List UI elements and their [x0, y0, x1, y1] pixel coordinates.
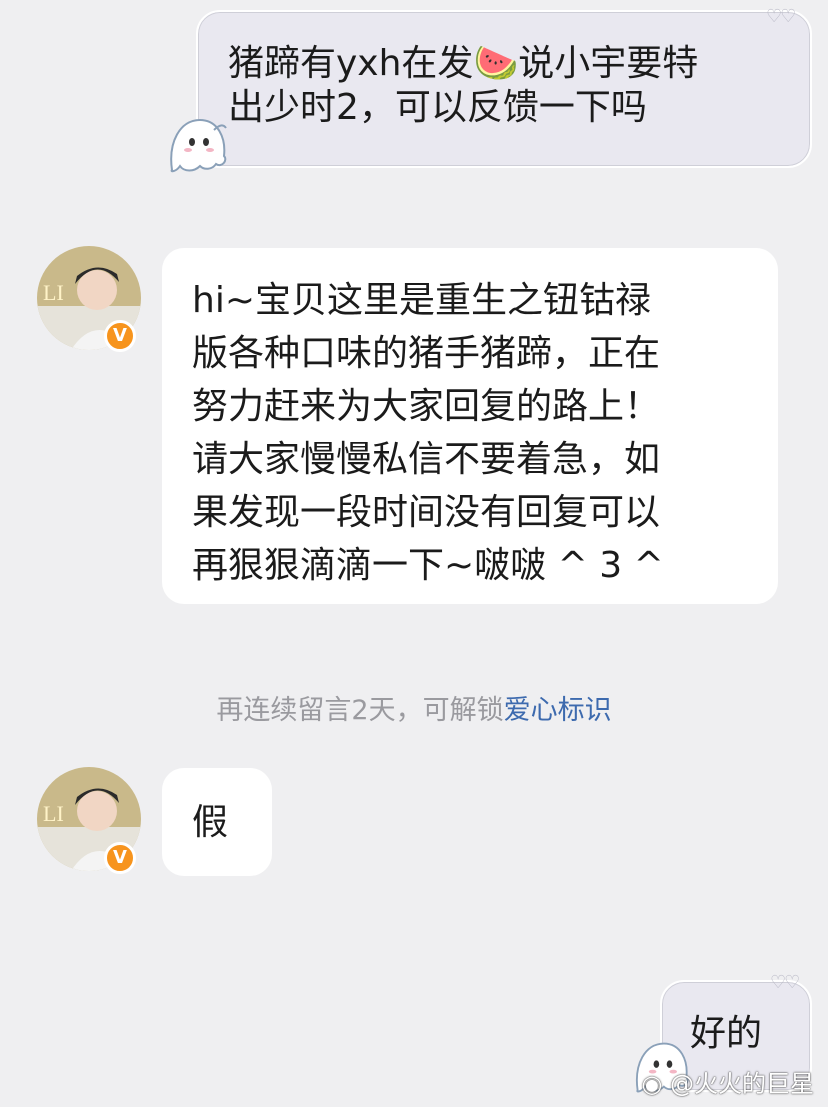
watermark: ◉ @火火的巨星 [641, 1064, 814, 1099]
message-line: 再狠狠滴滴一下~啵啵 ^ 3 ^ [192, 545, 664, 586]
incoming-message-bubble[interactable]: hi~宝贝这里是重生之钮钴禄 版各种口味的猪手猪蹄，正在 努力赶来为大家回复的路… [162, 248, 778, 604]
message-text: 好的 [690, 1013, 763, 1054]
heart-decoration-icon: ♡♡ [766, 6, 796, 27]
outgoing-message-bubble[interactable]: 猪蹄有yxh在发🍉说小宇要特 出少时2，可以反馈一下吗 [196, 10, 812, 168]
watermark-text: @火火的巨星 [670, 1070, 814, 1098]
verified-badge-icon: V [104, 842, 136, 874]
incoming-message-bubble[interactable]: 假 [162, 768, 272, 876]
ghost-sticker-icon [162, 112, 234, 180]
message-text-part: 出少时2，可以反馈一下吗 [228, 87, 647, 128]
verified-badge-icon: V [104, 320, 136, 352]
message-line: 果发现一段时间没有回复可以 [192, 492, 661, 533]
message-line: 努力赶来为大家回复的路上！ [192, 386, 661, 427]
system-notice: 再连续留言2天，可解锁爱心标识 [0, 688, 828, 727]
svg-text:LI: LI [43, 801, 64, 826]
message-text-part: 说小宇要特 [518, 43, 699, 84]
watermelon-emoji-icon: 🍉 [473, 43, 519, 84]
message-text-part: 猪蹄有yxh在发 [228, 43, 474, 84]
heart-decoration-icon: ♡♡ [770, 972, 800, 993]
message-text: 猪蹄有yxh在发🍉说小宇要特 出少时2，可以反馈一下吗 [228, 42, 780, 130]
weibo-logo-icon: ◉ [641, 1070, 663, 1098]
message-line: 版各种口味的猪手猪蹄，正在 [192, 333, 661, 374]
heart-badge-link[interactable]: 爱心标识 [504, 695, 612, 726]
system-notice-text: 再连续留言2天，可解锁 [216, 695, 504, 726]
svg-text:LI: LI [43, 280, 64, 305]
message-line: hi~宝贝这里是重生之钮钴禄 [192, 280, 651, 321]
message-text: 假 [192, 802, 229, 843]
message-line: 请大家慢慢私信不要着急，如 [192, 439, 661, 480]
